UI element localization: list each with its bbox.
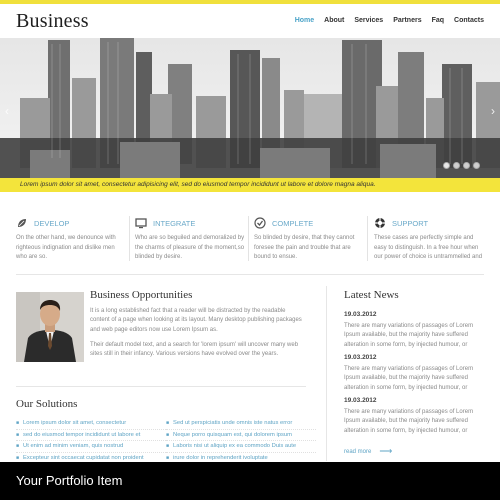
solutions-list-right: ■ Sed ut perspiciatis unde omnis iste nat… — [166, 418, 316, 464]
service-support: SUPPORT These cases are perfectly simple… — [374, 216, 484, 263]
our-solutions-title: Our Solutions — [16, 398, 78, 410]
solutions-list-left: ■ Lorem ipsum dolor sit amet, consectetur… — [16, 418, 166, 464]
bullet-icon: ■ — [166, 431, 170, 438]
bullet-icon: ■ — [16, 454, 20, 461]
nav-contacts[interactable]: Contacts — [454, 17, 484, 24]
news-text: There are many variations of passages of… — [344, 323, 474, 348]
business-paragraph: Their default model text, and a search f… — [90, 342, 299, 358]
slider-prev-arrow-icon[interactable]: ‹ — [2, 104, 12, 118]
slider-dot[interactable] — [453, 162, 460, 169]
nav-services[interactable]: Services — [354, 17, 383, 24]
hero-slider: ‹ › — [0, 38, 500, 178]
slider-dot[interactable] — [443, 162, 450, 169]
section-divider — [16, 386, 306, 387]
site-logo[interactable]: Business — [16, 10, 89, 33]
service-integrate: INTEGRATE Who are so beguiled and demora… — [135, 216, 245, 263]
service-divider — [248, 216, 249, 261]
portfolio-item-title: Your Portfolio Item — [16, 473, 123, 488]
monitor-icon — [135, 218, 147, 229]
service-title[interactable]: DEVELOP — [34, 219, 69, 228]
nav-home[interactable]: Home — [295, 17, 314, 24]
list-item[interactable]: ■ Laboris nisi ut aliquip ex ea commodo D… — [166, 441, 316, 453]
list-item[interactable]: ■ Ut enim ad minim veniam, quis nostrud — [16, 441, 166, 453]
news-date: 19.03.2012 — [344, 354, 377, 361]
businessman-photo — [16, 292, 84, 362]
news-item: 19.03.2012 There are many variations of … — [344, 397, 484, 436]
bullet-icon: ■ — [16, 443, 20, 450]
check-circle-icon — [254, 217, 266, 229]
lifebuoy-icon — [375, 218, 385, 228]
solution-link[interactable]: Lorem ipsum dolor sit amet, consectetur — [23, 420, 126, 426]
service-develop: DEVELOP On the other hand, we denounce w… — [16, 216, 126, 263]
service-text: Who are so beguiled and demoralized by t… — [135, 235, 245, 260]
portfolio-footer-bar: Your Portfolio Item — [0, 462, 500, 500]
business-paragraph: It is a long established fact that a rea… — [90, 308, 302, 333]
solution-link[interactable]: Excepteur sint occaecat cupidatat non pr… — [23, 455, 144, 461]
main-nav: Home About Services Partners Faq Contact… — [295, 17, 484, 24]
bullet-icon: ■ — [166, 454, 170, 461]
service-title[interactable]: INTEGRATE — [153, 219, 195, 228]
news-text: There are many variations of passages of… — [344, 366, 474, 391]
bullet-icon: ■ — [16, 431, 20, 438]
solution-link[interactable]: Sed ut perspiciatis unde omnis iste natu… — [173, 420, 292, 426]
read-more-label[interactable]: read more — [344, 449, 371, 455]
solution-link[interactable]: sed do eiusmod tempor incididunt ut labo… — [23, 432, 140, 438]
hero-caption: Lorem ipsum dolor sit amet, consectetur … — [0, 178, 500, 192]
list-item[interactable]: ■ Lorem ipsum dolor sit amet, consectetur — [16, 418, 166, 430]
list-item[interactable]: ■ Sed ut perspiciatis unde omnis iste nat… — [166, 418, 316, 430]
column-divider — [326, 286, 327, 461]
solution-link[interactable]: Laboris nisi ut aliquip ex ea commodo Du… — [173, 443, 296, 449]
slider-pagination — [443, 162, 480, 169]
service-complete: COMPLETE So blinded by desire, that they… — [254, 216, 364, 263]
bullet-icon: ■ — [16, 420, 20, 427]
solution-link[interactable]: irure dolor in reprehenderit ivoluptate — [173, 455, 268, 461]
news-text: There are many variations of passages of… — [344, 409, 474, 434]
service-title[interactable]: SUPPORT — [392, 219, 428, 228]
service-title[interactable]: COMPLETE — [272, 219, 313, 228]
solution-link[interactable]: Ut enim ad minim veniam, quis nostrud — [23, 443, 123, 449]
slider-dot[interactable] — [463, 162, 470, 169]
bullet-icon: ■ — [166, 420, 170, 427]
news-date: 19.03.2012 — [344, 397, 377, 404]
leaf-icon — [18, 219, 26, 227]
list-item[interactable]: ■ Neque porro quisquam est, qui dolorem i… — [166, 430, 316, 441]
service-text: These cases are perfectly simple and eas… — [374, 235, 483, 260]
solution-link[interactable]: Neque porro quisquam est, qui dolorem ip… — [173, 432, 292, 438]
latest-news-title: Latest News — [344, 289, 399, 301]
city-skyline-image — [0, 38, 500, 178]
section-divider — [16, 274, 484, 275]
service-text: On the other hand, we denounce with righ… — [16, 235, 116, 260]
nav-about[interactable]: About — [324, 17, 344, 24]
arrow-right-icon: ⟶ — [379, 446, 393, 456]
business-opportunities-title: Business Opportunities — [90, 289, 193, 301]
nav-partners[interactable]: Partners — [393, 17, 421, 24]
slider-next-arrow-icon[interactable]: › — [488, 104, 498, 118]
service-divider — [129, 216, 130, 261]
read-more-link[interactable]: read more ⟶ — [344, 446, 392, 457]
nav-faq[interactable]: Faq — [432, 17, 444, 24]
news-date: 19.03.2012 — [344, 311, 377, 318]
bullet-icon: ■ — [166, 443, 170, 450]
site-header: Business Home About Services Partners Fa… — [0, 4, 500, 38]
slider-dot[interactable] — [473, 162, 480, 169]
service-text: So blinded by desire, that they cannot f… — [254, 235, 355, 260]
news-item: 19.03.2012 There are many variations of … — [344, 311, 484, 350]
list-item[interactable]: ■ sed do eiusmod tempor incididunt ut lab… — [16, 430, 166, 441]
service-divider — [367, 216, 368, 261]
news-item: 19.03.2012 There are many variations of … — [344, 354, 484, 393]
